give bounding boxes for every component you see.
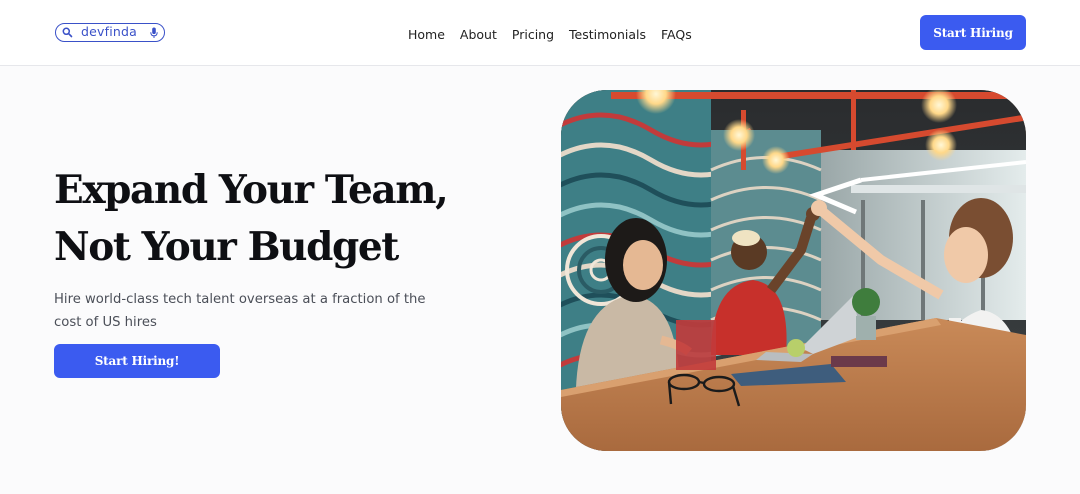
brand-logo[interactable]: devfinda — [55, 23, 165, 42]
hero-title: Expand Your Team, Not Your Budget — [54, 162, 484, 276]
hero-subtitle: Hire world-class tech talent overseas at… — [54, 292, 426, 330]
nav-faqs[interactable]: FAQs — [661, 27, 692, 42]
search-icon — [62, 27, 73, 38]
nav-pricing[interactable]: Pricing — [512, 27, 554, 42]
start-hiring-button[interactable]: Start Hiring — [920, 15, 1026, 50]
nav-about[interactable]: About — [460, 27, 497, 42]
hero-title-line-2: Not Your Budget — [54, 224, 399, 270]
hero-image — [561, 90, 1026, 451]
brand-name: devfinda — [81, 24, 138, 39]
main-nav: Home About Pricing Testimonials FAQs — [408, 24, 692, 44]
nav-home[interactable]: Home — [408, 27, 445, 42]
site-header: devfinda Home About Pricing Testimonials… — [0, 0, 1080, 66]
microphone-icon — [150, 27, 158, 39]
nav-testimonials[interactable]: Testimonials — [569, 27, 646, 42]
hero-start-hiring-button[interactable]: Start Hiring! — [54, 344, 220, 378]
hero-title-line-1: Expand Your Team, — [54, 167, 449, 213]
